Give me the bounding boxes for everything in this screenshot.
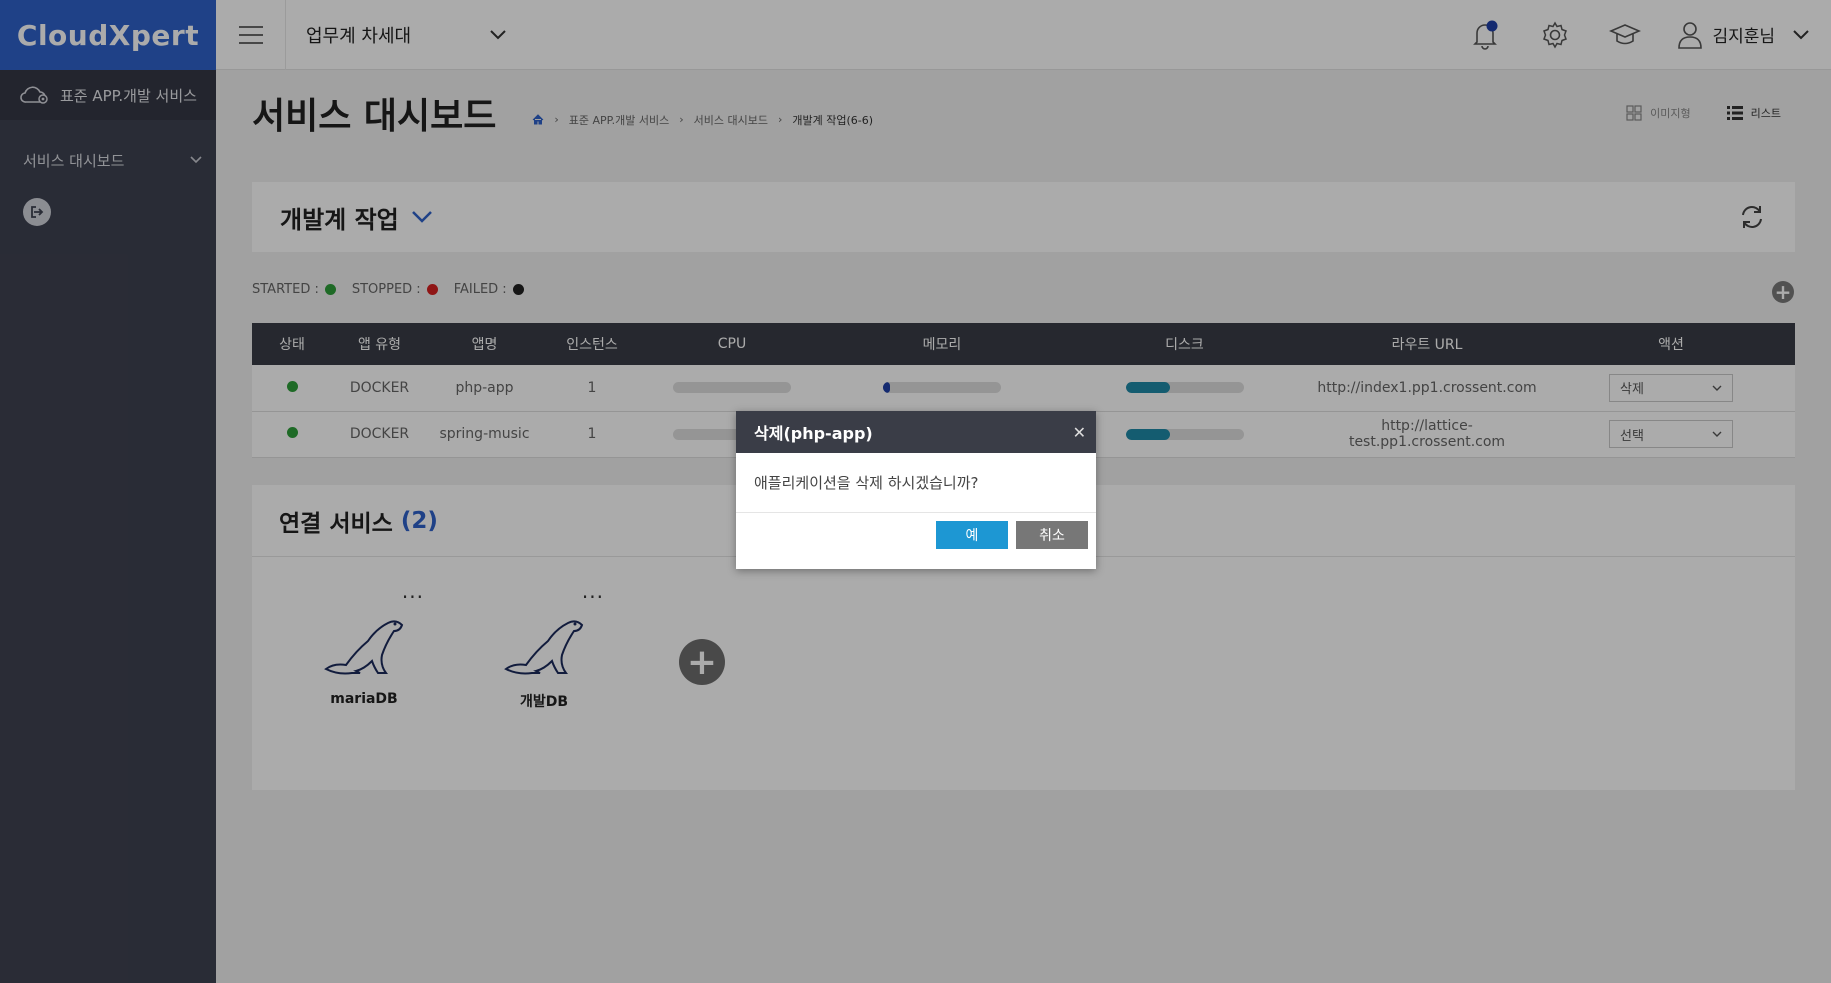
dialog-message: 애플리케이션을 삭제 하시겠습니까?	[736, 453, 1096, 513]
dialog-title: 삭제(php-app)	[754, 424, 873, 443]
close-icon[interactable]: ✕	[1073, 423, 1086, 442]
dialog-footer: 예 취소	[736, 513, 1096, 549]
cancel-button[interactable]: 취소	[1016, 521, 1088, 549]
delete-confirm-dialog: 삭제(php-app) ✕ 애플리케이션을 삭제 하시겠습니까? 예 취소	[736, 411, 1096, 569]
dialog-header: 삭제(php-app) ✕	[736, 411, 1096, 453]
confirm-button[interactable]: 예	[936, 521, 1008, 549]
